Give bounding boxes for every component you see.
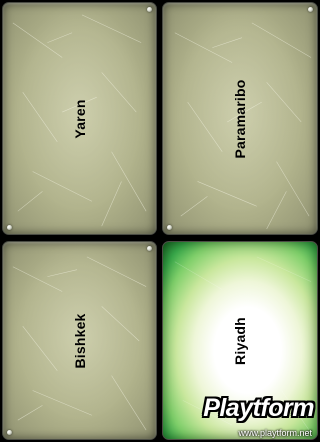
city-label: Bishkek [71,312,88,369]
city-card-yaren[interactable]: Yaren [2,2,157,235]
card-corner-rivet [147,246,152,251]
city-label: Riyadh [232,316,248,365]
card-corner-rivet [7,225,12,230]
card-corner-rivet [147,7,152,12]
city-label: Yaren [71,98,88,139]
playtform-watermark: Playtform www.playtform.net [160,392,318,440]
card-corner-rivet [308,7,313,12]
city-label: Paramaribo [232,78,248,159]
city-card-paramaribo[interactable]: Paramaribo [162,2,318,235]
city-card-bishkek[interactable]: Bishkek [2,241,157,440]
watermark-logo: Playtform [203,394,314,422]
watermark-url: www.playtform.net [238,428,312,438]
card-corner-rivet [7,430,12,435]
card-corner-rivet [167,225,172,230]
